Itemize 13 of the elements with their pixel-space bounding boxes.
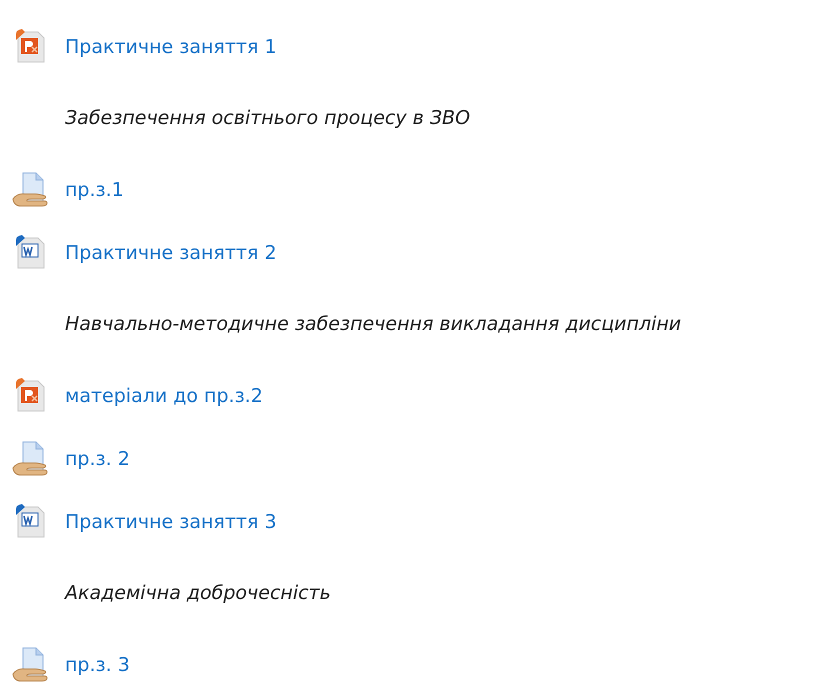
activity-link[interactable]: Практичне заняття 3 [65,510,277,532]
activity-link[interactable]: пр.з.1 [65,178,124,200]
activity-link[interactable]: Практичне заняття 1 [65,36,277,58]
hand-holding-page-icon [12,170,50,208]
hand-holding-page-icon [12,646,50,684]
activity-description: Академічна доброчесність [65,582,331,604]
activity-link[interactable]: пр.з. 3 [65,654,130,676]
activity-link[interactable]: пр.з. 2 [65,448,130,470]
activity-link[interactable]: матеріали до пр.з.2 [65,384,263,406]
activity-description: Забезпечення освітнього процесу в ЗВО [65,107,470,129]
activity-link[interactable]: Практичне заняття 2 [65,242,277,264]
activity-description: Навчально-методичне забезпечення викладання дисципліни [65,313,682,335]
hand-holding-page-icon [12,440,50,478]
